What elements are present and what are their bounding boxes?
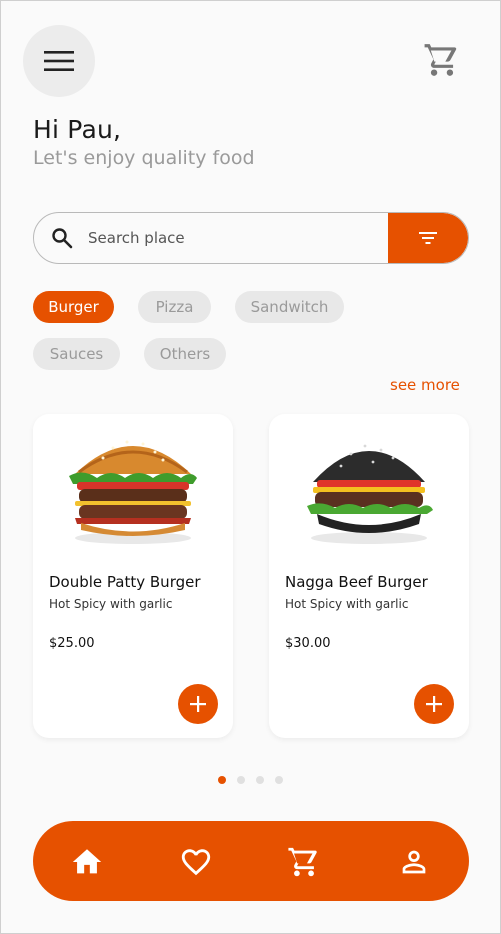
pagination-dot[interactable] [218,776,226,784]
heart-icon [181,849,211,876]
search-input[interactable] [86,213,390,263]
app-screen: Hi Pau, Let's enjoy quality food Burger … [0,0,501,934]
cart-icon [288,847,317,877]
plus-icon [190,696,206,712]
pagination-dot[interactable] [256,776,264,784]
product-card[interactable]: Nagga Beef Burger Hot Spicy with garlic … [269,414,469,738]
menu-button[interactable] [23,25,95,97]
product-description: Hot Spicy with garlic [285,597,409,611]
hamburger-menu-icon [44,51,74,71]
product-name: Nagga Beef Burger [285,573,428,591]
cart-icon [424,44,457,76]
product-price: $30.00 [285,636,331,651]
pagination-dot[interactable] [275,776,283,784]
cart-button[interactable] [423,41,461,79]
bottom-navigation [33,821,469,901]
home-icon [72,849,102,874]
see-more-link[interactable]: see more [390,376,460,394]
product-description: Hot Spicy with garlic [49,597,173,611]
nav-cart[interactable] [287,845,321,879]
category-chip-burger[interactable]: Burger [33,291,114,323]
pagination-dot[interactable] [237,776,245,784]
nav-favorites[interactable] [179,845,213,879]
filter-icon [419,232,437,244]
carousel-pagination [218,776,283,784]
category-chip-sauces[interactable]: Sauces [33,338,120,370]
product-card[interactable]: Double Patty Burger Hot Spicy with garli… [33,414,233,738]
product-price: $25.00 [49,636,95,651]
add-to-cart-button[interactable] [414,684,454,724]
greeting-title: Hi Pau, [33,115,122,144]
search-icon [52,228,73,249]
search-bar [33,212,469,264]
category-chip-pizza[interactable]: Pizza [138,291,211,323]
nav-home[interactable] [70,845,104,879]
plus-icon [426,696,442,712]
category-chip-sandwitch[interactable]: Sandwitch [235,291,344,323]
product-name: Double Patty Burger [49,573,201,591]
black-bun-beef-burger-image [307,444,433,544]
category-chip-others[interactable]: Others [144,338,226,370]
add-to-cart-button[interactable] [178,684,218,724]
profile-icon [402,850,426,874]
greeting-subtitle: Let's enjoy quality food [33,147,255,169]
double-patty-burger-image [69,440,197,544]
filter-button[interactable] [388,213,468,263]
nav-profile[interactable] [397,845,431,879]
